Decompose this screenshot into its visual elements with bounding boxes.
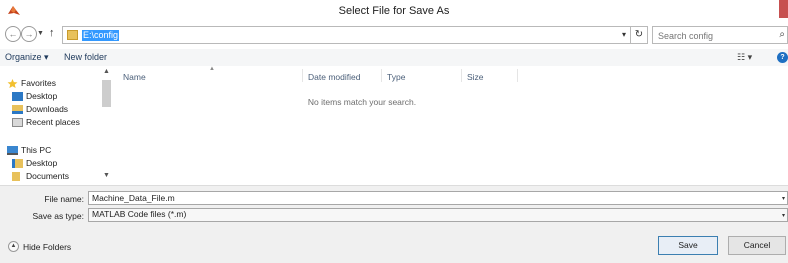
file-name-dropdown-icon[interactable]: ▾: [782, 195, 785, 202]
folder-icon: [67, 30, 78, 40]
empty-message: No items match your search.: [307, 97, 417, 107]
address-bar-row: ← → ▼ ↑ E:\config ▾ ↻ ⌕: [0, 25, 788, 45]
forward-arrow-icon: →: [24, 29, 34, 39]
refresh-icon: ↻: [634, 29, 644, 40]
save-type-dropdown-icon[interactable]: ▾: [782, 212, 785, 219]
address-path[interactable]: E:\config: [82, 30, 120, 41]
desktop-icon: [12, 92, 23, 101]
address-history-dropdown[interactable]: ▾: [622, 30, 626, 39]
column-divider[interactable]: [302, 69, 303, 82]
forward-button[interactable]: →: [21, 26, 37, 42]
column-header-name[interactable]: Name: [123, 72, 146, 82]
documents-icon: [12, 172, 23, 181]
up-folder-button[interactable]: ↑: [49, 27, 55, 39]
save-button[interactable]: Save: [658, 236, 718, 255]
column-divider[interactable]: [381, 69, 382, 82]
star-icon: [7, 79, 18, 88]
computer-icon: [7, 146, 18, 155]
file-name-label: File name:: [44, 194, 84, 204]
column-divider[interactable]: [461, 69, 462, 82]
back-arrow-icon: ←: [8, 29, 18, 39]
recent-places-icon: [12, 118, 23, 127]
search-input[interactable]: [658, 29, 768, 42]
save-type-select[interactable]: MATLAB Code files (*.m): [88, 208, 788, 222]
save-type-value: MATLAB Code files (*.m): [92, 209, 187, 219]
close-button[interactable]: [779, 0, 788, 18]
scroll-up-icon[interactable]: ▲: [103, 68, 110, 75]
window-title: Select File for Save As: [338, 5, 450, 17]
command-toolbar: Organize ▾ New folder ☷ ▾ ?: [0, 49, 788, 66]
new-folder-button[interactable]: New folder: [64, 52, 107, 62]
folder-icon: [12, 159, 23, 168]
search-box: ⌕: [652, 26, 788, 44]
nav-pane-scrollbar[interactable]: ▲ ▼: [101, 68, 112, 184]
column-divider[interactable]: [517, 69, 518, 82]
scrollbar-thumb[interactable]: [102, 80, 111, 107]
sort-indicator-icon: ▲: [209, 66, 215, 72]
save-type-label: Save as type:: [32, 211, 84, 221]
file-list: Name ▲ Date modified Type Size No items …: [112, 66, 788, 185]
organize-button[interactable]: Organize ▾: [5, 52, 49, 63]
file-name-input[interactable]: [88, 191, 788, 205]
recent-locations-dropdown[interactable]: ▼: [37, 30, 44, 37]
search-icon[interactable]: ⌕: [779, 29, 785, 40]
save-form: File name: ▾ Save as type: MATLAB Code f…: [0, 185, 788, 263]
column-header-date-modified[interactable]: Date modified: [308, 72, 360, 82]
collapse-up-icon: ▲: [8, 241, 19, 252]
scroll-down-icon[interactable]: ▼: [103, 172, 110, 179]
cancel-button[interactable]: Cancel: [728, 236, 786, 255]
navigation-pane: Favorites Desktop Downloads Recent place…: [0, 66, 112, 185]
column-header-size[interactable]: Size: [467, 72, 484, 82]
title-bar: Select File for Save As: [0, 0, 788, 22]
help-icon[interactable]: ?: [777, 52, 788, 63]
back-button[interactable]: ←: [5, 26, 21, 42]
column-header-type[interactable]: Type: [387, 72, 405, 82]
address-bar[interactable]: E:\config ▾: [62, 26, 631, 44]
downloads-icon: [12, 105, 23, 114]
refresh-button[interactable]: ↻: [631, 26, 648, 44]
change-view-icon[interactable]: ☷ ▾: [737, 52, 752, 63]
